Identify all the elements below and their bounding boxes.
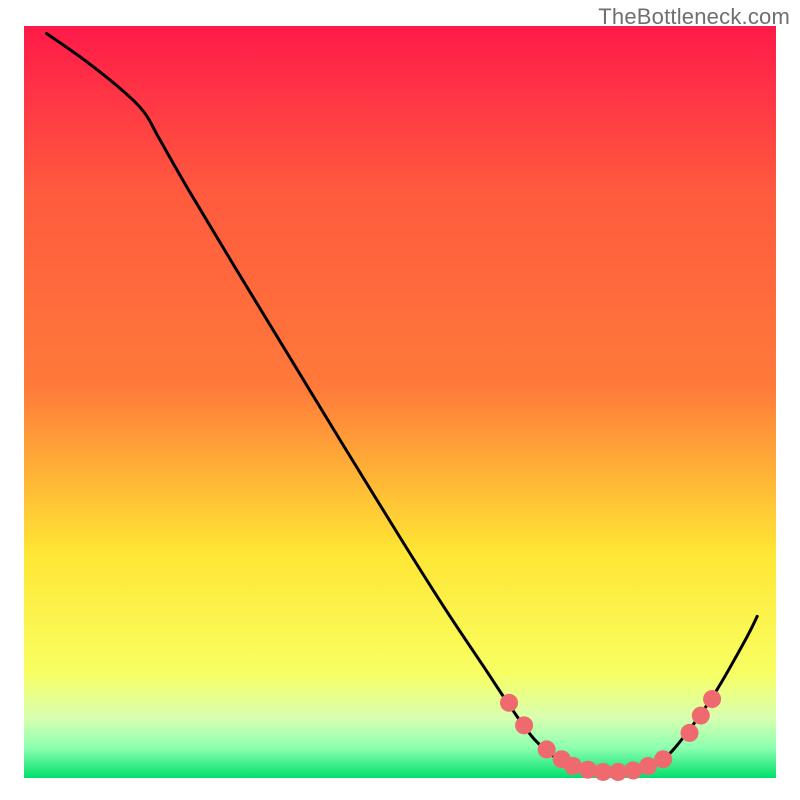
- curve-marker: [564, 757, 582, 775]
- curve-marker: [515, 716, 533, 734]
- chart-container: TheBottleneck.com: [0, 0, 800, 800]
- curve-marker: [703, 690, 721, 708]
- curve-marker: [500, 694, 518, 712]
- curve-marker: [538, 740, 556, 758]
- watermark-text: TheBottleneck.com: [598, 4, 790, 30]
- curve-marker: [681, 724, 699, 742]
- curve-marker: [579, 761, 597, 779]
- bottleneck-curve-chart: [0, 0, 800, 800]
- plot-background: [24, 26, 776, 778]
- curve-marker: [692, 707, 710, 725]
- curve-marker: [654, 750, 672, 768]
